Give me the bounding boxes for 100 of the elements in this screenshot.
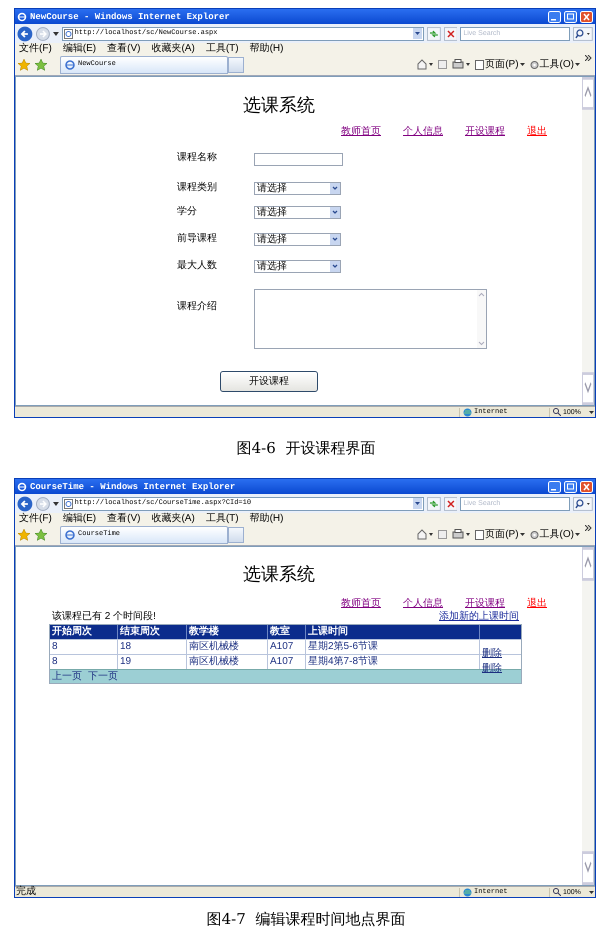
delete-link[interactable]: 删除 <box>482 663 502 674</box>
toolbar-button[interactable]: 页面(P) <box>475 59 525 70</box>
stop-icon[interactable] <box>444 26 458 40</box>
caret-icon <box>588 410 594 414</box>
menu-item[interactable]: 帮助(H) <box>250 513 284 524</box>
textarea-field[interactable] <box>254 289 487 349</box>
search-icon[interactable] <box>573 496 593 510</box>
minimize-icon[interactable] <box>548 480 561 492</box>
summary-text: 该课程已有 2 个时间段! <box>52 611 156 623</box>
globe-icon <box>463 408 472 416</box>
caret-icon <box>520 533 525 536</box>
nav-link[interactable]: 教师首页 <box>341 598 381 610</box>
globe-icon <box>463 888 472 896</box>
nav-link[interactable]: 开设课程 <box>465 126 505 138</box>
zoom-icon <box>553 888 561 896</box>
browser-logo-icon <box>17 482 27 492</box>
home-icon[interactable] <box>417 59 434 70</box>
caret-icon <box>575 63 580 66</box>
field-label: 课程介绍 <box>177 301 218 313</box>
submit-button[interactable]: 开设课程 <box>220 371 318 392</box>
toolbar-button[interactable]: 页面(P) <box>475 529 525 540</box>
minimize-icon[interactable] <box>548 10 561 22</box>
refresh-icon[interactable] <box>426 496 441 510</box>
menu-item[interactable]: 查看(V) <box>107 513 140 524</box>
caret-icon <box>588 890 594 894</box>
dropdown-icon[interactable] <box>412 28 422 39</box>
menu-item[interactable]: 查看(V) <box>107 43 140 54</box>
scrollbar[interactable] <box>582 77 594 405</box>
dropdown-select[interactable]: 请选择 <box>254 206 341 219</box>
dropdown-icon[interactable] <box>52 32 59 36</box>
dropdown-icon <box>330 261 340 272</box>
field-label: 学分 <box>177 206 198 218</box>
dropdown-icon <box>330 183 340 194</box>
field-label: 课程名称 <box>177 152 218 164</box>
add-time-link[interactable]: 添加新的上课时间 <box>439 611 519 623</box>
field-label: 前导课程 <box>177 233 218 245</box>
star-icon[interactable] <box>18 58 30 70</box>
nav-link[interactable]: 个人信息 <box>403 598 443 610</box>
page-icon <box>65 530 75 540</box>
page-icon <box>475 60 484 70</box>
page-icon <box>64 28 73 38</box>
menu-item[interactable]: 文件(F) <box>19 43 52 54</box>
maximize-icon[interactable] <box>564 10 577 22</box>
nav-link[interactable]: 退出 <box>527 598 547 610</box>
scrollbar[interactable] <box>582 547 594 885</box>
menu-item[interactable]: 编辑(E) <box>62 43 96 54</box>
close-icon[interactable] <box>580 480 593 492</box>
figure-caption: 图4-6 开设课程界面 <box>236 438 376 459</box>
back-icon[interactable] <box>17 496 33 512</box>
page-icon <box>64 498 73 508</box>
dropdown-icon <box>330 207 340 218</box>
stop-icon[interactable] <box>444 496 458 510</box>
toolbar-button[interactable]: 工具(O) <box>530 59 580 70</box>
nav-link[interactable]: 退出 <box>527 126 547 138</box>
star-icon[interactable] <box>18 528 30 540</box>
nav-link[interactable]: 个人信息 <box>403 126 443 138</box>
close-icon[interactable] <box>580 10 593 22</box>
print-icon[interactable] <box>452 59 470 70</box>
dropdown-select[interactable]: 请选择 <box>254 182 341 195</box>
search-icon[interactable] <box>573 26 593 40</box>
menu-item[interactable]: 收藏夹(A) <box>151 513 195 524</box>
zoom-icon <box>553 408 561 416</box>
maximize-icon[interactable] <box>564 480 577 492</box>
chevron-icon[interactable] <box>585 525 592 531</box>
refresh-icon[interactable] <box>426 26 441 40</box>
menu-item[interactable]: 帮助(H) <box>250 43 284 54</box>
add-favorite-icon[interactable] <box>35 528 47 540</box>
dropdown-icon <box>330 234 340 245</box>
home-icon[interactable] <box>417 529 434 540</box>
dropdown-icon[interactable] <box>52 502 59 506</box>
field-label: 最大人数 <box>177 260 218 272</box>
figure-caption: 图4-7 编辑课程时间地点界面 <box>206 908 406 930</box>
page-icon <box>65 60 75 70</box>
menu-item[interactable]: 文件(F) <box>19 513 52 524</box>
print-icon[interactable] <box>452 529 470 540</box>
menu-item[interactable]: 工具(T) <box>206 513 239 524</box>
dropdown-icon[interactable] <box>412 498 422 509</box>
window-title: CourseTime - Windows Internet Explorer <box>30 482 236 492</box>
menu-item[interactable]: 编辑(E) <box>62 513 96 524</box>
add-favorite-icon[interactable] <box>35 58 47 70</box>
status-text: 完成 <box>16 887 36 897</box>
window-title: NewCourse - Windows Internet Explorer <box>30 12 231 22</box>
caret-icon <box>520 63 525 66</box>
dropdown-select[interactable]: 请选择 <box>254 260 341 273</box>
pager-link[interactable]: 上一页 <box>52 670 82 683</box>
chevron-icon[interactable] <box>585 55 592 61</box>
page-heading: 选课系统 <box>243 564 315 586</box>
nav-link[interactable]: 教师首页 <box>341 126 381 138</box>
browser-logo-icon <box>17 12 27 22</box>
dropdown-select[interactable]: 请选择 <box>254 233 341 246</box>
back-icon[interactable] <box>17 26 33 42</box>
scrollbar <box>477 290 486 348</box>
toolbar-button[interactable]: 工具(O) <box>530 529 580 540</box>
nav-link[interactable]: 开设课程 <box>465 598 505 610</box>
menu-item[interactable]: 收藏夹(A) <box>151 43 195 54</box>
pager-link[interactable]: 下一页 <box>88 670 118 683</box>
text-input[interactable] <box>254 153 343 166</box>
field-label: 课程类别 <box>177 182 218 194</box>
delete-link[interactable]: 删除 <box>482 648 502 659</box>
menu-item[interactable]: 工具(T) <box>206 43 239 54</box>
